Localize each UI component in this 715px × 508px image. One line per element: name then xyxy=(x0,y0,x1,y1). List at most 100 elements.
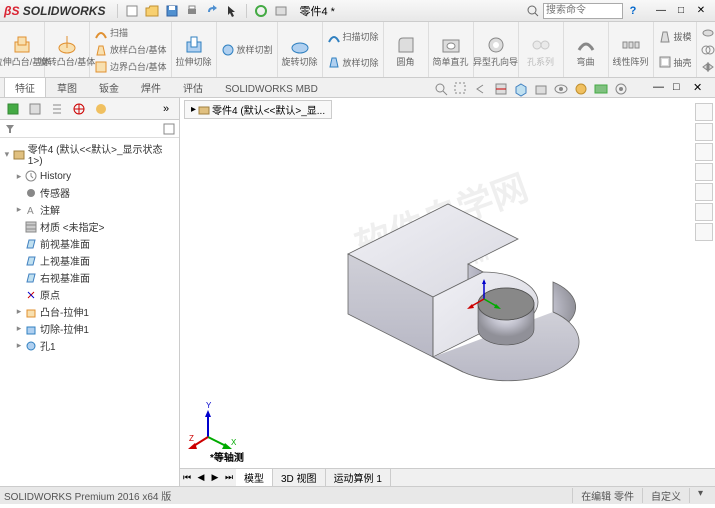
tab-nav-first[interactable]: ⏮ xyxy=(180,472,194,483)
file-explorer-tab[interactable] xyxy=(695,143,713,161)
maximize-button[interactable]: □ xyxy=(671,4,691,18)
tree-hole1[interactable]: ▸孔1 xyxy=(2,337,177,354)
tree-boss-extrude1[interactable]: ▸凸台-拉伸1 xyxy=(2,303,177,320)
tab-3dview[interactable]: 3D 视图 xyxy=(273,469,326,486)
hole-series-button[interactable]: 孔系列 xyxy=(523,33,559,67)
edit-appearance-icon[interactable] xyxy=(573,81,589,97)
linear-pattern-button[interactable]: 线性阵列 xyxy=(613,33,649,67)
mirror-button[interactable]: 镜向 xyxy=(701,59,715,75)
sweep-cut-button[interactable]: 扫描切除 xyxy=(327,29,379,45)
configuration-tab[interactable] xyxy=(46,100,68,118)
tree-cut-extrude1[interactable]: ▸切除-拉伸1 xyxy=(2,320,177,337)
rebuild-icon[interactable] xyxy=(252,2,270,20)
view-palette-tab[interactable] xyxy=(695,163,713,181)
design-library-tab[interactable] xyxy=(695,123,713,141)
tree-annotations[interactable]: ▸A注解 xyxy=(2,201,177,218)
svg-text:Z: Z xyxy=(189,434,194,443)
hole-wizard-button[interactable]: 异型孔向导 xyxy=(478,33,514,67)
select-icon[interactable] xyxy=(223,2,241,20)
model-3d xyxy=(288,164,608,404)
tree-front-plane[interactable]: 前视基准面 xyxy=(2,235,177,252)
tree-root[interactable]: ▾零件4 (默认<<默认>_显示状态 1>) xyxy=(2,140,177,168)
tab-mbd[interactable]: SOLIDWORKS MBD xyxy=(214,81,329,97)
boundary-button[interactable]: 边界凸台/基体 xyxy=(94,59,167,75)
search-input[interactable] xyxy=(543,3,623,19)
doc-minimize-icon[interactable]: — xyxy=(653,81,669,97)
zoom-area-icon[interactable] xyxy=(453,81,469,97)
view-settings-icon[interactable] xyxy=(613,81,629,97)
help-icon[interactable]: ? xyxy=(624,2,642,20)
task-pane-tabs xyxy=(695,102,713,242)
display-style-icon[interactable] xyxy=(533,81,549,97)
doc-maximize-icon[interactable]: □ xyxy=(673,81,689,97)
tab-evaluate[interactable]: 评估 xyxy=(172,77,214,97)
extrude-cut-button[interactable]: 拉伸切除 xyxy=(176,33,212,67)
open-icon[interactable] xyxy=(143,2,161,20)
print-icon[interactable] xyxy=(183,2,201,20)
panel-expand-icon[interactable]: » xyxy=(155,100,177,118)
options-icon[interactable] xyxy=(272,2,290,20)
revolve-cut-button[interactable]: 旋转切除 xyxy=(282,33,318,67)
appearances-tab[interactable] xyxy=(695,183,713,201)
forum-tab[interactable] xyxy=(695,223,713,241)
view-orientation-icon[interactable] xyxy=(513,81,529,97)
shell-button[interactable]: 抽壳 xyxy=(658,54,692,70)
tree-origin[interactable]: 原点 xyxy=(2,286,177,303)
zoom-fit-icon[interactable] xyxy=(433,81,449,97)
custom-properties-tab[interactable] xyxy=(695,203,713,221)
property-manager-tab[interactable] xyxy=(24,100,46,118)
tab-nav-prev[interactable]: ◀ xyxy=(194,472,208,483)
close-button[interactable]: ✕ xyxy=(691,4,711,18)
tab-sketch[interactable]: 草图 xyxy=(46,77,88,97)
app-logo: βS SOLIDWORKS xyxy=(4,4,105,18)
sweep-button[interactable]: 扫描 xyxy=(94,25,167,41)
breadcrumb[interactable]: ▸ 零件4 (默认<<默认>_显... xyxy=(184,100,332,119)
bend-button[interactable]: 弯曲 xyxy=(568,33,604,67)
intersect-button[interactable]: 相交 xyxy=(701,42,715,58)
status-version: SOLIDWORKS Premium 2016 x64 版 xyxy=(4,488,171,503)
fm-tree-tab[interactable] xyxy=(2,100,24,118)
feature-tree: ▾零件4 (默认<<默认>_显示状态 1>) ▸History 传感器 ▸A注解… xyxy=(0,138,179,486)
simple-hole-button[interactable]: 简单直孔 xyxy=(433,33,469,67)
filter-icon[interactable] xyxy=(4,123,16,135)
revolve-boss-button[interactable]: 旋转凸台/基体 xyxy=(49,33,85,67)
section-view-icon[interactable] xyxy=(493,81,509,97)
hide-show-icon[interactable] xyxy=(553,81,569,97)
previous-view-icon[interactable] xyxy=(473,81,489,97)
heads-up-toolbar: — □ ✕ xyxy=(431,81,715,97)
graphics-viewport[interactable]: ▸ 零件4 (默认<<默认>_显... 软件自学网RJZXW.COM xyxy=(180,98,715,486)
tree-top-plane[interactable]: 上视基准面 xyxy=(2,252,177,269)
apply-scene-icon[interactable] xyxy=(593,81,609,97)
draft-button[interactable]: 拔模 xyxy=(658,29,692,45)
tree-toolbar-icon[interactable] xyxy=(163,123,175,135)
doc-close-icon[interactable]: ✕ xyxy=(693,81,709,97)
tab-model[interactable]: 模型 xyxy=(236,469,273,486)
display-manager-tab[interactable] xyxy=(90,100,112,118)
status-custom[interactable]: 自定义 xyxy=(642,488,689,503)
tab-weldments[interactable]: 焊件 xyxy=(130,77,172,97)
feature-manager-panel: » ▾零件4 (默认<<默认>_显示状态 1>) ▸History 传感器 ▸A… xyxy=(0,98,180,486)
tab-features[interactable]: 特征 xyxy=(4,77,46,97)
new-icon[interactable] xyxy=(123,2,141,20)
loft-cut-button[interactable]: 放样切除 xyxy=(327,54,379,70)
tree-sensors[interactable]: 传感器 xyxy=(2,184,177,201)
loft-button[interactable]: 放样凸台/基体 xyxy=(94,42,167,58)
status-unit-icon[interactable]: ▾ xyxy=(689,488,711,503)
tab-nav-last[interactable]: ⏭ xyxy=(222,472,236,483)
dimxpert-tab[interactable] xyxy=(68,100,90,118)
tab-sheetmetal[interactable]: 钣金 xyxy=(88,77,130,97)
search-icon[interactable] xyxy=(524,2,542,20)
undo-icon[interactable] xyxy=(203,2,221,20)
tab-motion-study[interactable]: 运动算例 1 xyxy=(326,469,391,486)
solidworks-resources-tab[interactable] xyxy=(695,103,713,121)
wrap-button[interactable]: 包覆 xyxy=(701,25,715,41)
extrude-boss-button[interactable]: 拉伸凸台/基体 xyxy=(4,33,40,67)
tree-material[interactable]: 材质 <未指定> xyxy=(2,218,177,235)
minimize-button[interactable]: — xyxy=(651,4,671,18)
tab-nav-next[interactable]: ▶ xyxy=(208,472,222,483)
tree-right-plane[interactable]: 右视基准面 xyxy=(2,269,177,286)
tree-history[interactable]: ▸History xyxy=(2,168,177,184)
save-icon[interactable] xyxy=(163,2,181,20)
hole-wizard-sm-button[interactable]: 放样切割 xyxy=(221,42,273,58)
fillet-button[interactable]: 圆角 xyxy=(388,33,424,67)
